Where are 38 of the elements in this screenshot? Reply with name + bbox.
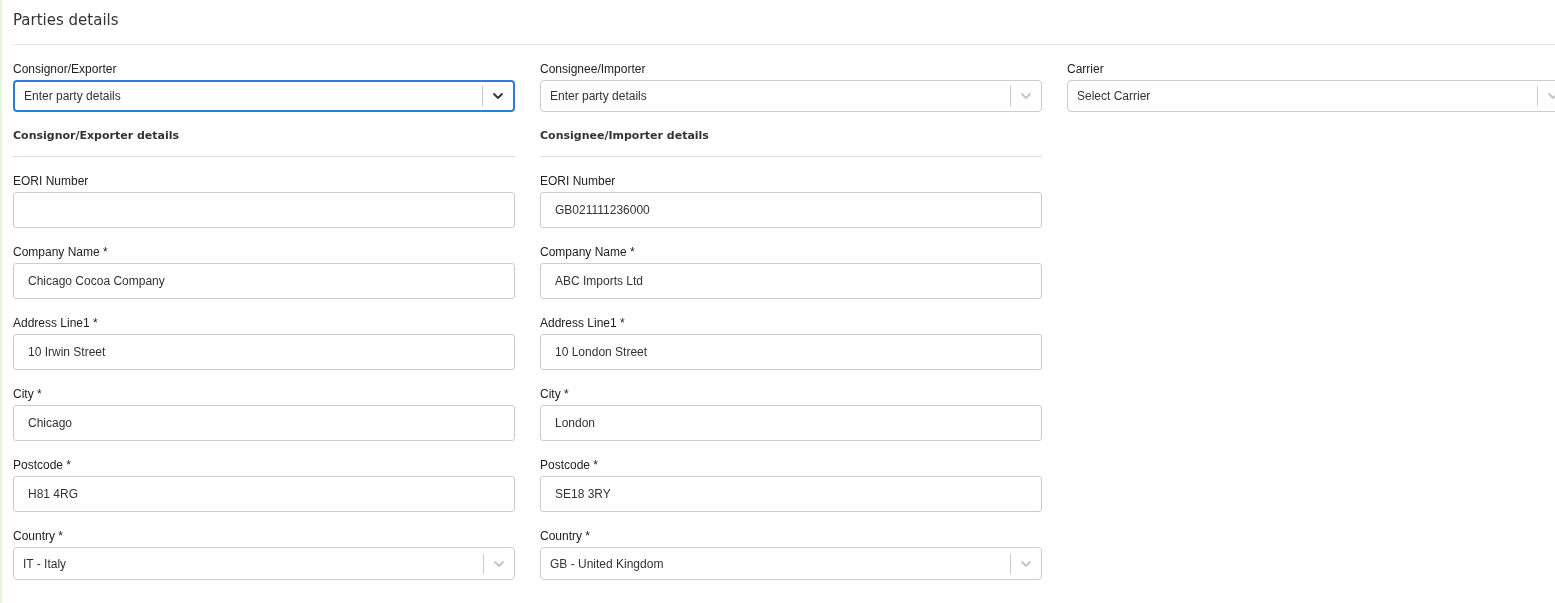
- field-label: Address Line1 *: [540, 316, 626, 330]
- field-label: EORI Number: [540, 174, 617, 188]
- dropdown-value: IT - Italy: [23, 555, 68, 573]
- dropdown-field[interactable]: Enter party details: [13, 80, 515, 112]
- field-label: Company Name *: [540, 245, 636, 259]
- field-label: Company Name *: [13, 245, 109, 259]
- input-field[interactable]: ABC Imports Ltd: [540, 263, 1042, 299]
- input-field[interactable]: London: [540, 405, 1042, 441]
- field-label: Carrier: [1067, 62, 1105, 76]
- dropdown-value: GB - United Kingdom: [550, 555, 665, 573]
- dropdown-placeholder: Select Carrier: [1077, 88, 1152, 105]
- input-field[interactable]: SE18 3RY: [540, 476, 1042, 512]
- subsection-title: Consignor/Exporter details: [13, 129, 180, 142]
- field-label: Country *: [13, 529, 65, 543]
- field-label: Consignor/Exporter: [13, 62, 118, 76]
- field-label: Address Line1 *: [13, 316, 99, 330]
- field-label: Consignee/Importer: [540, 62, 647, 76]
- dropdown-field[interactable]: Enter party details: [540, 80, 1042, 112]
- input-field[interactable]: 10 Irwin Street: [13, 334, 515, 370]
- dropdown-placeholder: Enter party details: [550, 88, 648, 105]
- field-label: Postcode *: [540, 458, 600, 472]
- input-field[interactable]: Chicago Cocoa Company: [13, 263, 515, 299]
- field-label: City *: [13, 387, 43, 401]
- field-label: City *: [540, 387, 570, 401]
- subsection-title: Consignee/Importer details: [540, 129, 709, 142]
- dropdown-placeholder: Enter party details: [24, 88, 122, 105]
- input-field[interactable]: [13, 192, 515, 228]
- dropdown-field[interactable]: GB - United Kingdom: [540, 547, 1042, 580]
- field-label: Country *: [540, 529, 592, 543]
- dropdown-field[interactable]: IT - Italy: [13, 547, 515, 580]
- input-field[interactable]: 10 London Street: [540, 334, 1042, 370]
- section-title: Parties details: [13, 11, 119, 29]
- input-field[interactable]: GB021111236000: [540, 192, 1042, 228]
- dropdown-field[interactable]: Select Carrier: [1067, 80, 1555, 112]
- field-label: Postcode *: [13, 458, 73, 472]
- input-field[interactable]: Chicago: [13, 405, 515, 441]
- input-field[interactable]: H81 4RG: [13, 476, 515, 512]
- field-label: EORI Number: [13, 174, 90, 188]
